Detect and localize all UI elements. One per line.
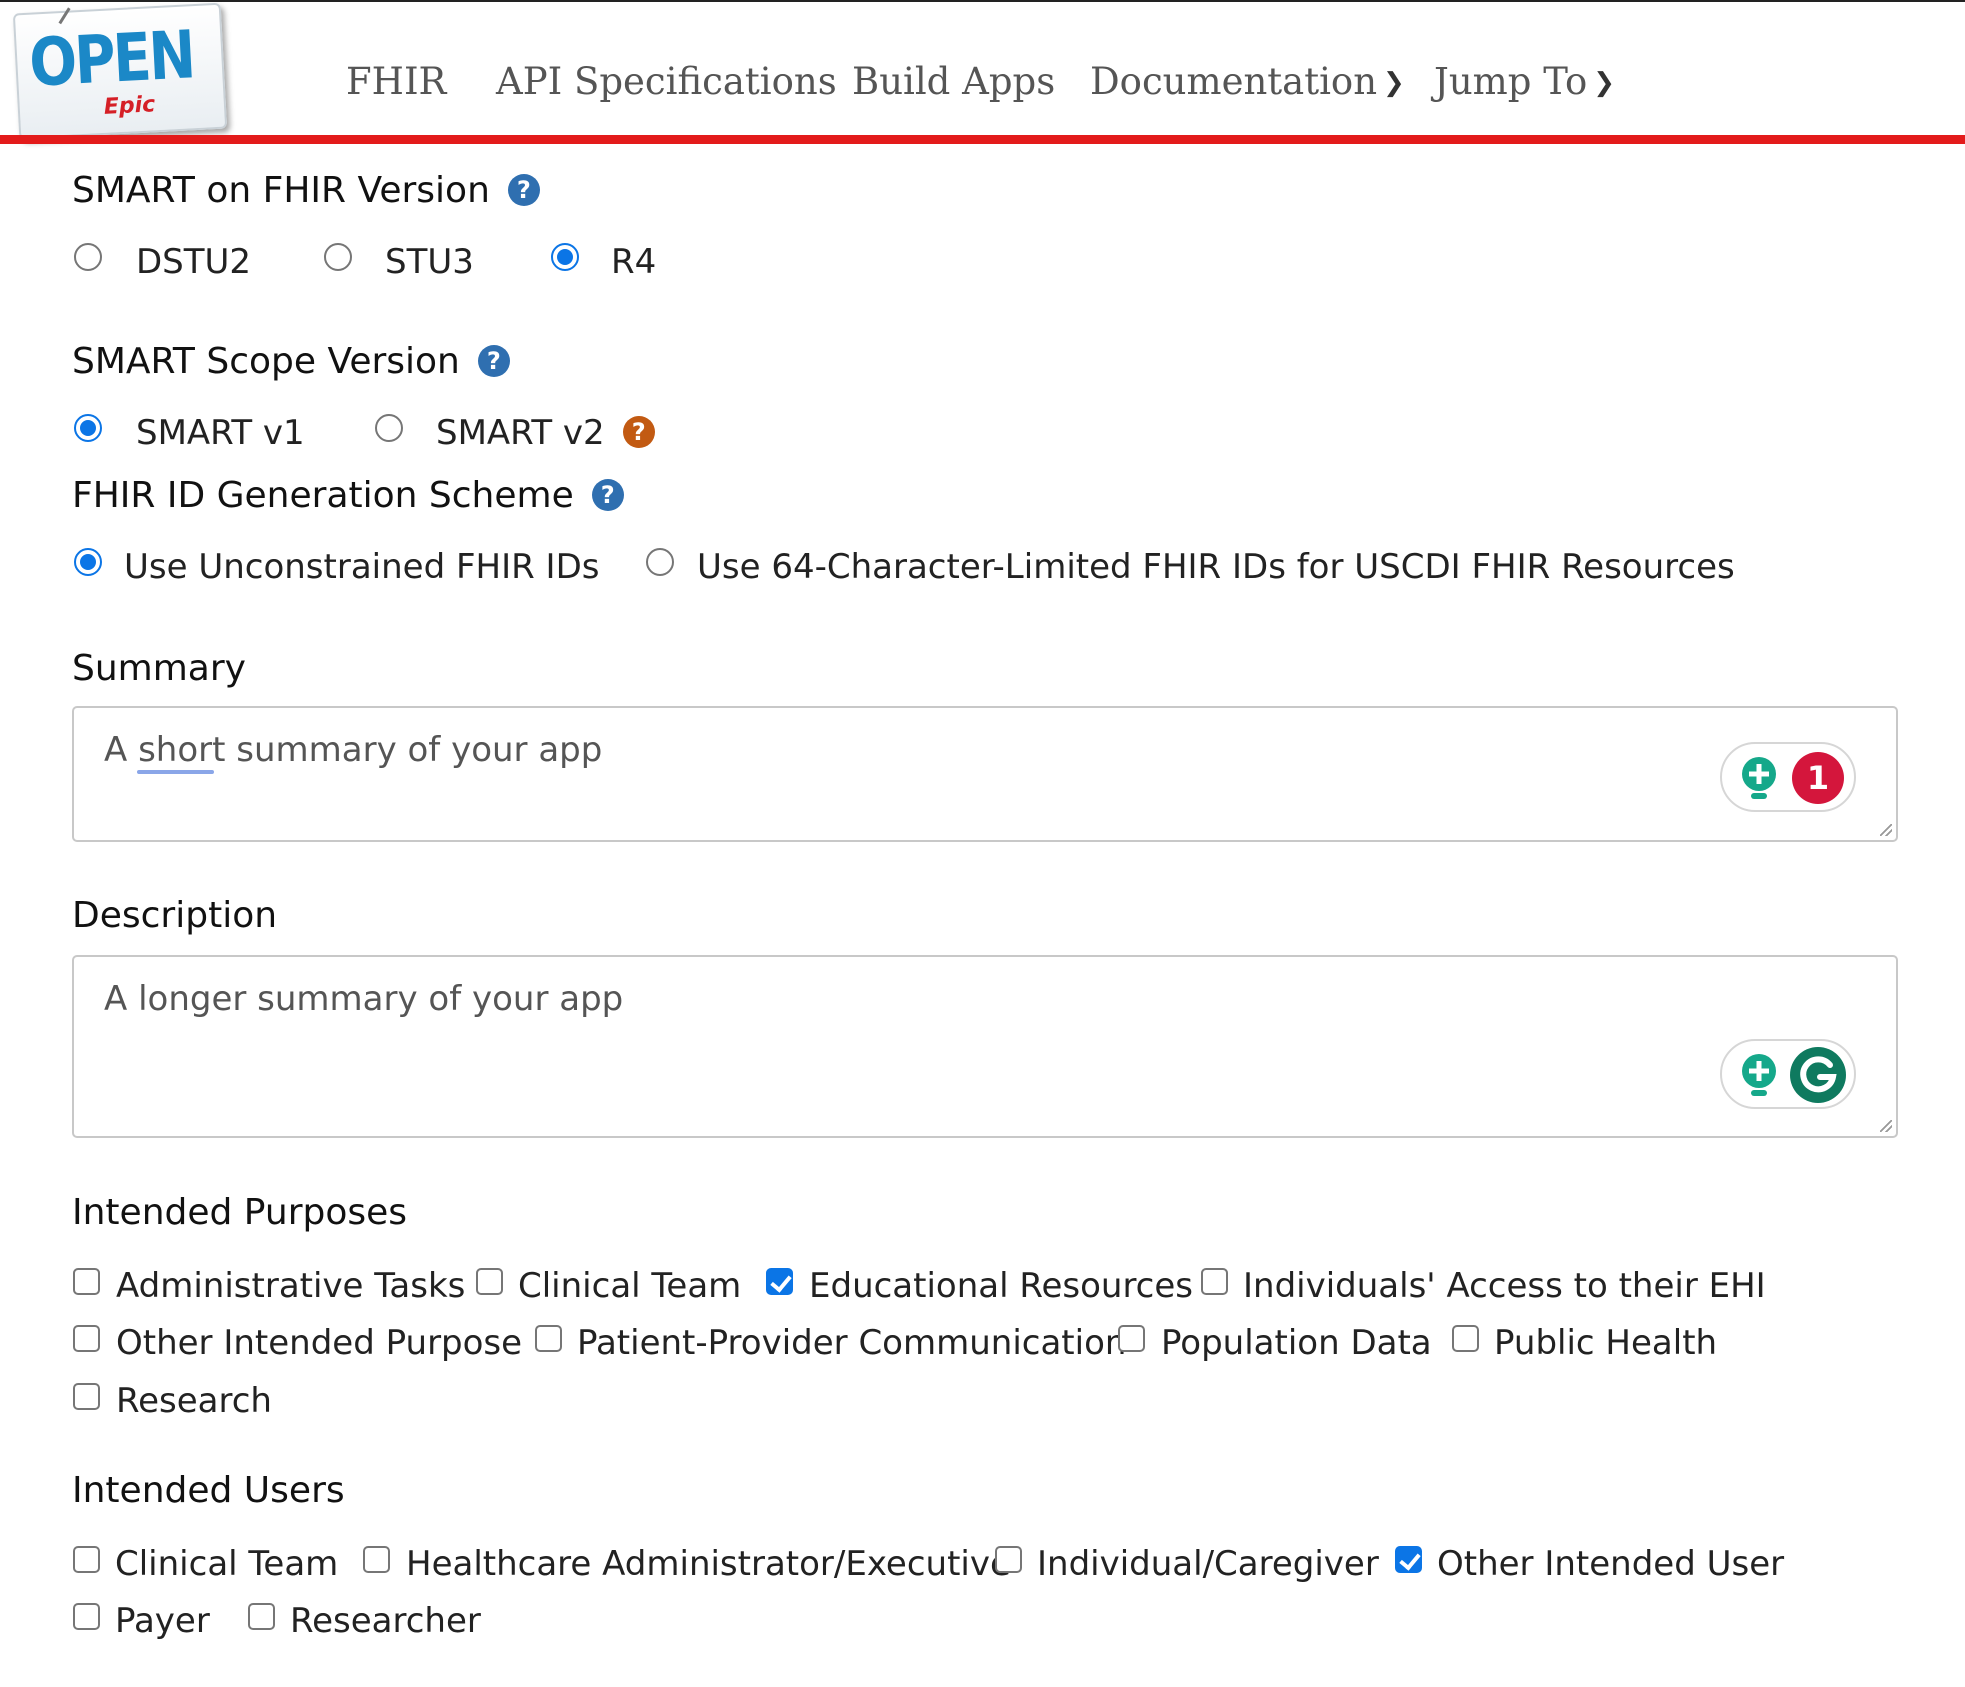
checkbox-label-educational-resources[interactable]: Educational Resources: [809, 1266, 1193, 1306]
fhir-version-label: SMART on FHIR Version?: [72, 170, 540, 211]
checkbox-label-payer[interactable]: Payer: [115, 1601, 210, 1641]
summary-label: Summary: [72, 648, 246, 689]
lightbulb-icon: [1742, 757, 1776, 799]
warning-help-icon[interactable]: ?: [622, 416, 655, 448]
checkbox-label-patient-provider-communication[interactable]: Patient-Provider Communication: [577, 1323, 1126, 1363]
checkbox-researcher[interactable]: [248, 1603, 275, 1630]
radio-unconstrained-ids[interactable]: [74, 548, 102, 576]
checkbox-label-other-intended-user[interactable]: Other Intended User: [1437, 1544, 1784, 1584]
nav-jump-to-dropdown[interactable]: Jump To ❯: [1434, 60, 1615, 103]
checkbox-research[interactable]: [73, 1383, 100, 1410]
radio-label-dstu2[interactable]: DSTU2: [136, 242, 251, 282]
checkbox-label-administrative-tasks[interactable]: Administrative Tasks: [116, 1266, 465, 1306]
nav-fhir[interactable]: FHIR: [346, 60, 446, 103]
checkbox-label-researcher[interactable]: Researcher: [290, 1601, 481, 1641]
checkbox-label-user-clinical-team[interactable]: Clinical Team: [115, 1544, 338, 1584]
intended-purposes-label: Intended Purposes: [72, 1192, 408, 1233]
nav-label: Documentation: [1090, 60, 1378, 103]
header-divider: [0, 135, 1965, 144]
checkbox-healthcare-administrator[interactable]: [363, 1546, 390, 1573]
checkbox-label-population-data[interactable]: Population Data: [1161, 1323, 1432, 1363]
help-icon[interactable]: ?: [477, 345, 510, 377]
checkbox-other-intended-user[interactable]: [1395, 1546, 1422, 1573]
radio-label-smart-v1[interactable]: SMART v1: [136, 413, 305, 453]
radio-label-64-char-ids[interactable]: Use 64-Character-Limited FHIR IDs for US…: [697, 547, 1735, 587]
radio-label-smart-v2[interactable]: SMART v2?: [436, 413, 655, 453]
open-epic-logo[interactable]: OPEN Epic: [12, 2, 228, 140]
spelling-underline: [137, 770, 214, 774]
summary-placeholder: A short summary of your app: [104, 730, 603, 770]
description-placeholder: A longer summary of your app: [104, 979, 624, 1019]
checkbox-label-public-health[interactable]: Public Health: [1494, 1323, 1717, 1363]
nav-label: Jump To: [1434, 60, 1588, 103]
id-scheme-label-text: FHIR ID Generation Scheme: [72, 475, 574, 516]
grammarly-widget[interactable]: [1720, 1039, 1856, 1109]
help-icon[interactable]: ?: [591, 479, 624, 511]
radio-label-stu3[interactable]: STU3: [385, 242, 474, 282]
grammarly-logo-icon: [1790, 1047, 1846, 1103]
description-label: Description: [72, 895, 278, 936]
fhir-version-label-text: SMART on FHIR Version: [72, 170, 490, 211]
scope-version-label: SMART Scope Version?: [72, 341, 510, 382]
help-icon[interactable]: ?: [507, 174, 540, 206]
checkbox-label-healthcare-administrator[interactable]: Healthcare Administrator/Executive: [406, 1544, 1011, 1584]
radio-smart-v1[interactable]: [74, 414, 102, 442]
grammarly-issue-count-badge: 1: [1792, 752, 1844, 804]
nav-api-specifications[interactable]: API Specifications: [496, 60, 837, 103]
nav-label: Build Apps: [852, 60, 1056, 103]
radio-r4[interactable]: [551, 243, 579, 271]
nav-documentation-dropdown[interactable]: Documentation ❯: [1090, 60, 1405, 103]
radio-smart-v2[interactable]: [375, 414, 403, 442]
checkbox-population-data[interactable]: [1118, 1325, 1145, 1352]
radio-dstu2[interactable]: [74, 243, 102, 271]
radio-label-smart-v2-text: SMART v2: [436, 413, 605, 453]
summary-textarea[interactable]: A short summary of your app 1: [72, 706, 1898, 842]
checkbox-public-health[interactable]: [1452, 1325, 1479, 1352]
scope-version-label-text: SMART Scope Version: [72, 341, 460, 382]
top-navigation: OPEN Epic FHIR API Specifications Build …: [0, 0, 1965, 144]
checkbox-other-intended-purpose[interactable]: [73, 1325, 100, 1352]
logo-text: OPEN: [27, 16, 196, 102]
nav-label: API Specifications: [496, 60, 837, 103]
checkbox-clinical-team[interactable]: [476, 1268, 503, 1295]
checkbox-label-research[interactable]: Research: [116, 1381, 272, 1421]
id-scheme-label: FHIR ID Generation Scheme?: [72, 475, 624, 516]
chevron-down-icon: ❯: [1593, 68, 1616, 98]
resize-handle[interactable]: [1880, 824, 1892, 836]
checkbox-administrative-tasks[interactable]: [73, 1268, 100, 1295]
resize-handle[interactable]: [1880, 1120, 1892, 1132]
checkbox-patient-provider-communication[interactable]: [535, 1325, 562, 1352]
lightbulb-icon: [1742, 1054, 1776, 1096]
checkbox-user-clinical-team[interactable]: [73, 1546, 100, 1573]
chevron-down-icon: ❯: [1383, 68, 1405, 98]
nav-label: FHIR: [346, 60, 447, 103]
nav-build-apps[interactable]: Build Apps: [852, 60, 1055, 103]
checkbox-individual-caregiver[interactable]: [995, 1546, 1022, 1573]
intended-users-label: Intended Users: [72, 1470, 345, 1511]
checkbox-educational-resources[interactable]: [766, 1268, 793, 1295]
checkbox-label-clinical-team[interactable]: Clinical Team: [518, 1266, 741, 1306]
radio-label-unconstrained-ids[interactable]: Use Unconstrained FHIR IDs: [124, 547, 599, 587]
checkbox-label-other-intended-purpose[interactable]: Other Intended Purpose: [116, 1323, 522, 1363]
grammarly-widget[interactable]: 1: [1720, 742, 1856, 812]
checkbox-individuals-access-ehi[interactable]: [1201, 1268, 1228, 1295]
description-textarea[interactable]: A longer summary of your app: [72, 955, 1898, 1138]
checkbox-label-individual-caregiver[interactable]: Individual/Caregiver: [1037, 1544, 1379, 1584]
radio-label-r4[interactable]: R4: [611, 242, 656, 282]
logo-subtext: Epic: [103, 92, 156, 120]
checkbox-label-individuals-access-ehi[interactable]: Individuals' Access to their EHI: [1243, 1266, 1766, 1306]
radio-stu3[interactable]: [324, 243, 352, 271]
radio-64-char-ids[interactable]: [646, 548, 674, 576]
checkbox-payer[interactable]: [73, 1603, 100, 1630]
